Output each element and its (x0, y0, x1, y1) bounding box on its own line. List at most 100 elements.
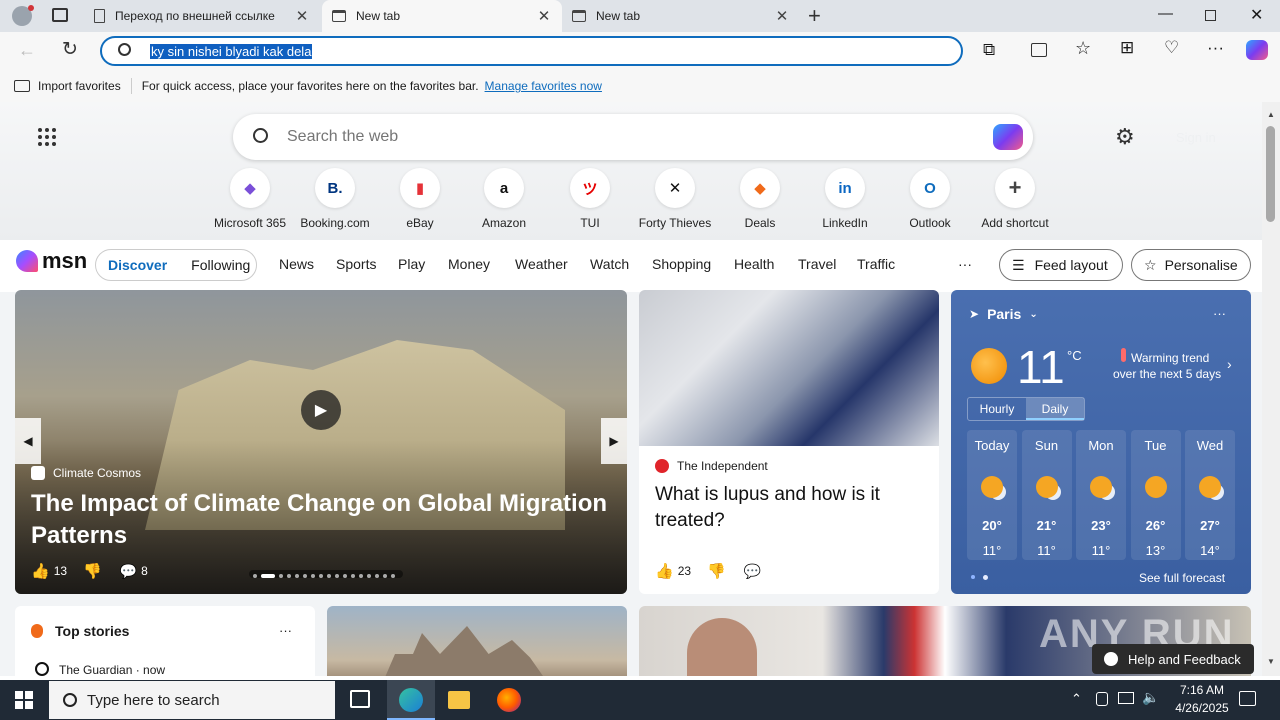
new-tab-button[interactable]: + (808, 3, 821, 29)
msn-logo[interactable]: msn (16, 248, 87, 274)
play-icon[interactable]: ▶ (301, 390, 341, 430)
see-full-forecast-link[interactable]: See full forecast (1139, 571, 1225, 585)
collections-icon[interactable]: ⊞ (1120, 38, 1134, 58)
manage-favorites-link[interactable]: Manage favorites now (485, 79, 602, 93)
shortcut-forty-thieves[interactable]: ✕ Forty Thieves (633, 168, 717, 230)
forecast-day-wed[interactable]: Wed 27° 14° (1185, 430, 1235, 560)
weather-more-button[interactable]: ··· (1213, 306, 1226, 321)
network-icon[interactable] (1118, 692, 1134, 704)
shortcut-linkedin[interactable]: in LinkedIn (803, 168, 887, 230)
shortcut-add-shortcut[interactable]: + Add shortcut (973, 168, 1057, 230)
hero-headline[interactable]: The Impact of Climate Change on Global M… (31, 488, 611, 552)
hero-story-card[interactable]: ▶ ◀ ▶ Climate Cosmos The Impact of Clima… (15, 290, 627, 594)
nav-item-watch[interactable]: Watch (590, 256, 629, 272)
copilot-icon[interactable] (993, 124, 1023, 150)
tab-external-link[interactable]: Переход по внешней ссылке ✕ (84, 0, 320, 32)
forecast-day-today[interactable]: Today 20° 11° (967, 430, 1017, 560)
side-story-card[interactable]: The Independent What is lupus and how is… (639, 290, 939, 594)
feed-layout-button[interactable]: ☰ Feed layout (999, 249, 1123, 281)
firefox-icon[interactable] (497, 688, 521, 712)
address-input[interactable]: ky sin nishei blyadi kak dela (150, 44, 313, 59)
favorites-icon[interactable]: ☆ (1075, 38, 1091, 59)
close-icon[interactable]: ✕ (536, 7, 552, 25)
copilot-icon[interactable] (1246, 40, 1268, 60)
taskbar-search-box[interactable]: Type here to search (49, 681, 335, 719)
volume-icon[interactable]: 🔈 (1142, 689, 1159, 706)
address-bar[interactable]: ky sin nishei blyadi kak dela (100, 36, 963, 66)
forecast-day-mon[interactable]: Mon 23° 11° (1076, 430, 1126, 560)
split-screen-icon[interactable] (1031, 43, 1047, 57)
import-favorites-icon[interactable] (14, 80, 30, 92)
shortcut-tui[interactable]: ツ TUI (548, 168, 632, 230)
browser-essentials-icon[interactable]: ♡ (1164, 38, 1179, 58)
nav-item-shopping[interactable]: Shopping (652, 256, 711, 272)
clock-time[interactable]: 7:16 AM (1172, 683, 1232, 697)
nav-item-sports[interactable]: Sports (336, 256, 376, 272)
nav-more-button[interactable]: ··· (958, 256, 972, 272)
page-scrollbar[interactable]: ▲ ▼ (1262, 102, 1280, 676)
comment-icon[interactable]: 💬 (120, 563, 137, 580)
like-icon[interactable]: 👍 (655, 562, 674, 580)
chevron-right-icon[interactable]: › (1227, 356, 1232, 372)
forecast-day-tue[interactable]: Tue 26° 13° (1130, 430, 1181, 560)
castle-story-card[interactable] (327, 606, 627, 676)
edge-icon[interactable] (387, 680, 435, 720)
top-stories-more[interactable]: ··· (279, 623, 292, 638)
tab-following[interactable]: Following (191, 257, 250, 273)
help-feedback-button[interactable]: Help and Feedback (1092, 644, 1254, 674)
scroll-thumb[interactable] (1266, 126, 1275, 222)
close-icon[interactable]: ✕ (774, 7, 790, 25)
tab-new[interactable]: New tab ✕ (562, 0, 800, 32)
tray-security-icon[interactable] (1096, 692, 1108, 706)
top-stories-title[interactable]: Top stories (55, 623, 129, 639)
shortcut-deals[interactable]: ◆ Deals (718, 168, 802, 230)
windows-start-icon[interactable] (15, 691, 33, 709)
nav-item-news[interactable]: News (279, 256, 314, 272)
scroll-up-arrow[interactable]: ▲ (1267, 110, 1275, 119)
minimize-button[interactable]: — (1158, 5, 1173, 22)
task-view-icon[interactable] (350, 690, 370, 708)
apps-launcher-icon[interactable] (38, 128, 56, 146)
side-headline[interactable]: What is lupus and how is it treated? (655, 482, 925, 534)
shortcut-booking-com[interactable]: B. Booking.com (293, 168, 377, 230)
tab-new-active[interactable]: New tab ✕ (322, 0, 562, 32)
like-icon[interactable]: 👍 (31, 562, 50, 580)
forecast-day-sun[interactable]: Sun 21° 11° (1021, 430, 1072, 560)
file-explorer-icon[interactable] (448, 691, 470, 709)
dislike-icon[interactable]: 👎 (83, 562, 102, 580)
scroll-down-arrow[interactable]: ▼ (1267, 657, 1275, 666)
notifications-icon[interactable] (1239, 691, 1256, 706)
tab-daily[interactable]: Daily (1026, 398, 1084, 420)
web-search-box[interactable] (233, 114, 1033, 160)
nav-item-play[interactable]: Play (398, 256, 425, 272)
tab-discover[interactable]: Discover (108, 257, 167, 273)
dislike-icon[interactable]: 👎 (707, 562, 726, 580)
close-icon[interactable]: ✕ (294, 7, 310, 25)
close-window-button[interactable]: ✕ (1250, 5, 1263, 25)
tab-hourly[interactable]: Hourly (968, 398, 1026, 420)
tray-chevron-icon[interactable]: ⌃ (1071, 691, 1082, 707)
comment-icon[interactable]: 💬 (744, 563, 761, 580)
sign-in-button[interactable]: Sign in (1176, 130, 1216, 145)
import-favorites-button[interactable]: Import favorites (38, 79, 121, 93)
refresh-button[interactable]: ↻ (62, 38, 78, 61)
weather-location[interactable]: ➤ Paris ⌄ (969, 306, 1038, 322)
weather-card[interactable]: ➤ Paris ⌄ ··· 11 °C Warming trend over t… (951, 290, 1251, 594)
web-search-input[interactable] (287, 126, 967, 148)
clock-date[interactable]: 4/26/2025 (1166, 701, 1238, 715)
shortcut-outlook[interactable]: O Outlook (888, 168, 972, 230)
nav-item-health[interactable]: Health (734, 256, 774, 272)
restore-button[interactable] (1205, 10, 1216, 21)
carousel-prev-button[interactable]: ◀ (15, 418, 41, 464)
carousel-next-button[interactable]: ▶ (601, 418, 627, 464)
nav-item-money[interactable]: Money (448, 256, 490, 272)
shortcut-amazon[interactable]: a Amazon (462, 168, 546, 230)
tab-actions-icon[interactable] (52, 8, 68, 22)
back-button[interactable]: ← (18, 40, 36, 61)
personalise-button[interactable]: ☆ Personalise (1131, 249, 1251, 281)
shortcut-microsoft-365[interactable]: ◆ Microsoft 365 (208, 168, 292, 230)
profile-avatar[interactable] (12, 5, 34, 26)
settings-more-icon[interactable]: ··· (1207, 38, 1224, 58)
nav-item-traffic[interactable]: Traffic (857, 256, 895, 272)
nav-item-weather[interactable]: Weather (515, 256, 568, 272)
